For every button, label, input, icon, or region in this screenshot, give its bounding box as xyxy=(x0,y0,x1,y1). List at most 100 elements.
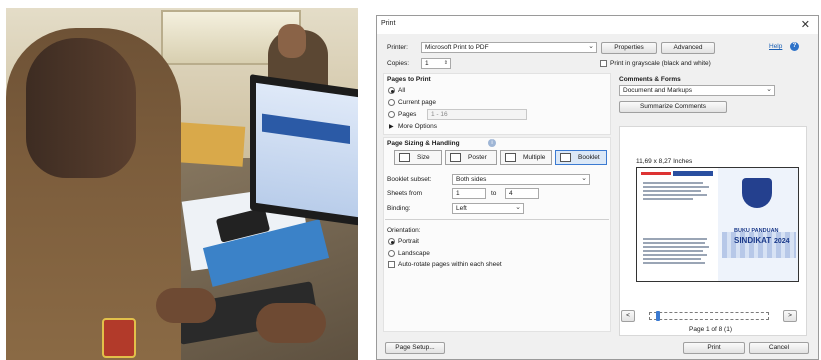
grayscale-checkbox[interactable] xyxy=(600,60,607,67)
pages-label: Pages xyxy=(398,111,417,118)
page-indicator: Page 1 of 8 (1) xyxy=(689,326,732,333)
foreground-officer-head xyxy=(26,38,136,178)
pages-range-input[interactable]: 1 - 16 xyxy=(427,109,527,120)
text-line xyxy=(643,190,701,192)
monitor-screen xyxy=(256,82,358,218)
sheets-to-label: to xyxy=(491,190,497,197)
shoulder-badge xyxy=(102,318,136,358)
office-photo xyxy=(6,8,358,360)
print-preview: 11,69 x 8,27 Inches BUKU PANDUAN SINDIKA… xyxy=(619,126,807,336)
tab-poster-label: Poster xyxy=(468,154,487,161)
summarize-comments-button[interactable]: Summarize Comments xyxy=(619,101,727,113)
tab-multiple-label: Multiple xyxy=(523,154,546,161)
copies-value: 1 xyxy=(425,60,429,67)
current-page-label: Current page xyxy=(398,99,436,106)
page-slider[interactable] xyxy=(649,311,769,321)
chevron-down-icon: ⌄ xyxy=(588,43,594,50)
comments-select[interactable]: Document and Markups ⌄ xyxy=(619,85,775,96)
help-link[interactable]: Help xyxy=(769,43,782,50)
text-line xyxy=(643,246,709,248)
preview-sheet: BUKU PANDUAN SINDIKAT 2024 xyxy=(636,167,799,282)
all-label: All xyxy=(398,87,406,94)
comments-section-title: Comments & Forms xyxy=(619,76,681,83)
sheets-from-label: Sheets from xyxy=(387,190,423,197)
text-line xyxy=(643,186,709,188)
page-slider-thumb[interactable] xyxy=(656,311,660,321)
orientation-divider xyxy=(385,219,609,220)
chevron-down-icon: ⌄ xyxy=(581,175,587,182)
red-stripe xyxy=(641,172,671,175)
preview-page-cover: BUKU PANDUAN SINDIKAT 2024 xyxy=(718,168,798,281)
printer-label: Printer: xyxy=(387,44,408,51)
chevron-down-icon: ⌄ xyxy=(515,204,521,211)
landscape-radio[interactable] xyxy=(388,250,395,257)
properties-button[interactable]: Properties xyxy=(601,42,657,54)
shield-logo-icon xyxy=(742,178,772,208)
dialog-title: Print xyxy=(381,20,396,27)
booklet-subset-value: Both sides xyxy=(456,176,487,183)
text-line xyxy=(643,254,707,256)
all-radio[interactable] xyxy=(388,87,395,94)
help-icon[interactable]: ? xyxy=(790,42,799,51)
close-icon[interactable]: ✕ xyxy=(801,18,810,31)
sizing-section-title: Page Sizing & Handling xyxy=(387,140,460,147)
blue-stripe xyxy=(673,171,713,176)
booklet-icon xyxy=(560,153,571,162)
portrait-radio[interactable] xyxy=(388,238,395,245)
portrait-label: Portrait xyxy=(398,238,419,245)
more-options-toggle[interactable]: More Options xyxy=(398,123,437,130)
chevron-down-icon: ⌄ xyxy=(766,86,772,93)
text-line xyxy=(643,250,703,252)
sheets-to-input[interactable]: 4 xyxy=(505,188,539,199)
sizing-section xyxy=(383,137,611,332)
text-line xyxy=(643,198,693,200)
background-officer-head xyxy=(278,24,306,58)
multiple-icon xyxy=(505,153,516,162)
grayscale-label: Print in grayscale (black and white) xyxy=(610,60,711,67)
text-line xyxy=(643,194,707,196)
tab-poster[interactable]: Poster xyxy=(445,150,497,165)
cover-year: 2024 xyxy=(774,238,790,245)
poster-icon xyxy=(450,153,461,162)
copies-label: Copies: xyxy=(387,60,410,67)
tab-booklet-label: Booklet xyxy=(578,154,600,161)
info-icon[interactable]: i xyxy=(488,139,496,147)
pages-section-title: Pages to Print xyxy=(387,76,431,83)
text-line xyxy=(643,182,703,184)
printer-value: Microsoft Print to PDF xyxy=(425,44,489,51)
landscape-label: Landscape xyxy=(398,250,430,257)
sheets-from-input[interactable]: 1 xyxy=(452,188,486,199)
preview-page-back xyxy=(637,168,717,281)
advanced-button[interactable]: Advanced xyxy=(661,42,715,54)
right-hand-on-mouse xyxy=(256,303,326,343)
booklet-subset-label: Booklet subset: xyxy=(387,176,432,183)
booklet-subset-select[interactable]: Both sides ⌄ xyxy=(452,174,590,185)
copies-stepper[interactable]: 1 ⇕ xyxy=(421,58,451,69)
cover-title-line2: SINDIKAT xyxy=(734,236,772,245)
expand-arrow-icon[interactable]: ▶ xyxy=(389,123,394,130)
auto-rotate-checkbox[interactable] xyxy=(388,261,395,268)
binding-label: Binding: xyxy=(387,205,411,212)
comments-value: Document and Markups xyxy=(623,87,693,94)
tab-multiple[interactable]: Multiple xyxy=(500,150,552,165)
orientation-label: Orientation: xyxy=(387,227,421,234)
binding-select[interactable]: Left ⌄ xyxy=(452,203,524,214)
next-page-button[interactable]: > xyxy=(783,310,797,322)
printer-select[interactable]: Microsoft Print to PDF ⌄ xyxy=(421,42,597,53)
current-page-radio[interactable] xyxy=(388,99,395,106)
print-button[interactable]: Print xyxy=(683,342,745,354)
tab-booklet[interactable]: Booklet xyxy=(555,150,607,165)
cover-title-line1: BUKU PANDUAN xyxy=(734,228,779,234)
size-icon xyxy=(399,153,410,162)
tab-size[interactable]: Size xyxy=(394,150,442,165)
prev-page-button[interactable]: < xyxy=(621,310,635,322)
auto-rotate-label: Auto-rotate pages within each sheet xyxy=(398,261,502,268)
text-line xyxy=(643,262,705,264)
text-line xyxy=(643,242,705,244)
cancel-button[interactable]: Cancel xyxy=(749,342,809,354)
page-setup-button[interactable]: Page Setup... xyxy=(385,342,445,354)
preview-size-label: 11,69 x 8,27 Inches xyxy=(636,158,693,165)
pages-radio[interactable] xyxy=(388,111,395,118)
title-bar: Print ✕ xyxy=(377,16,818,34)
stepper-arrows-icon[interactable]: ⇕ xyxy=(444,59,448,67)
